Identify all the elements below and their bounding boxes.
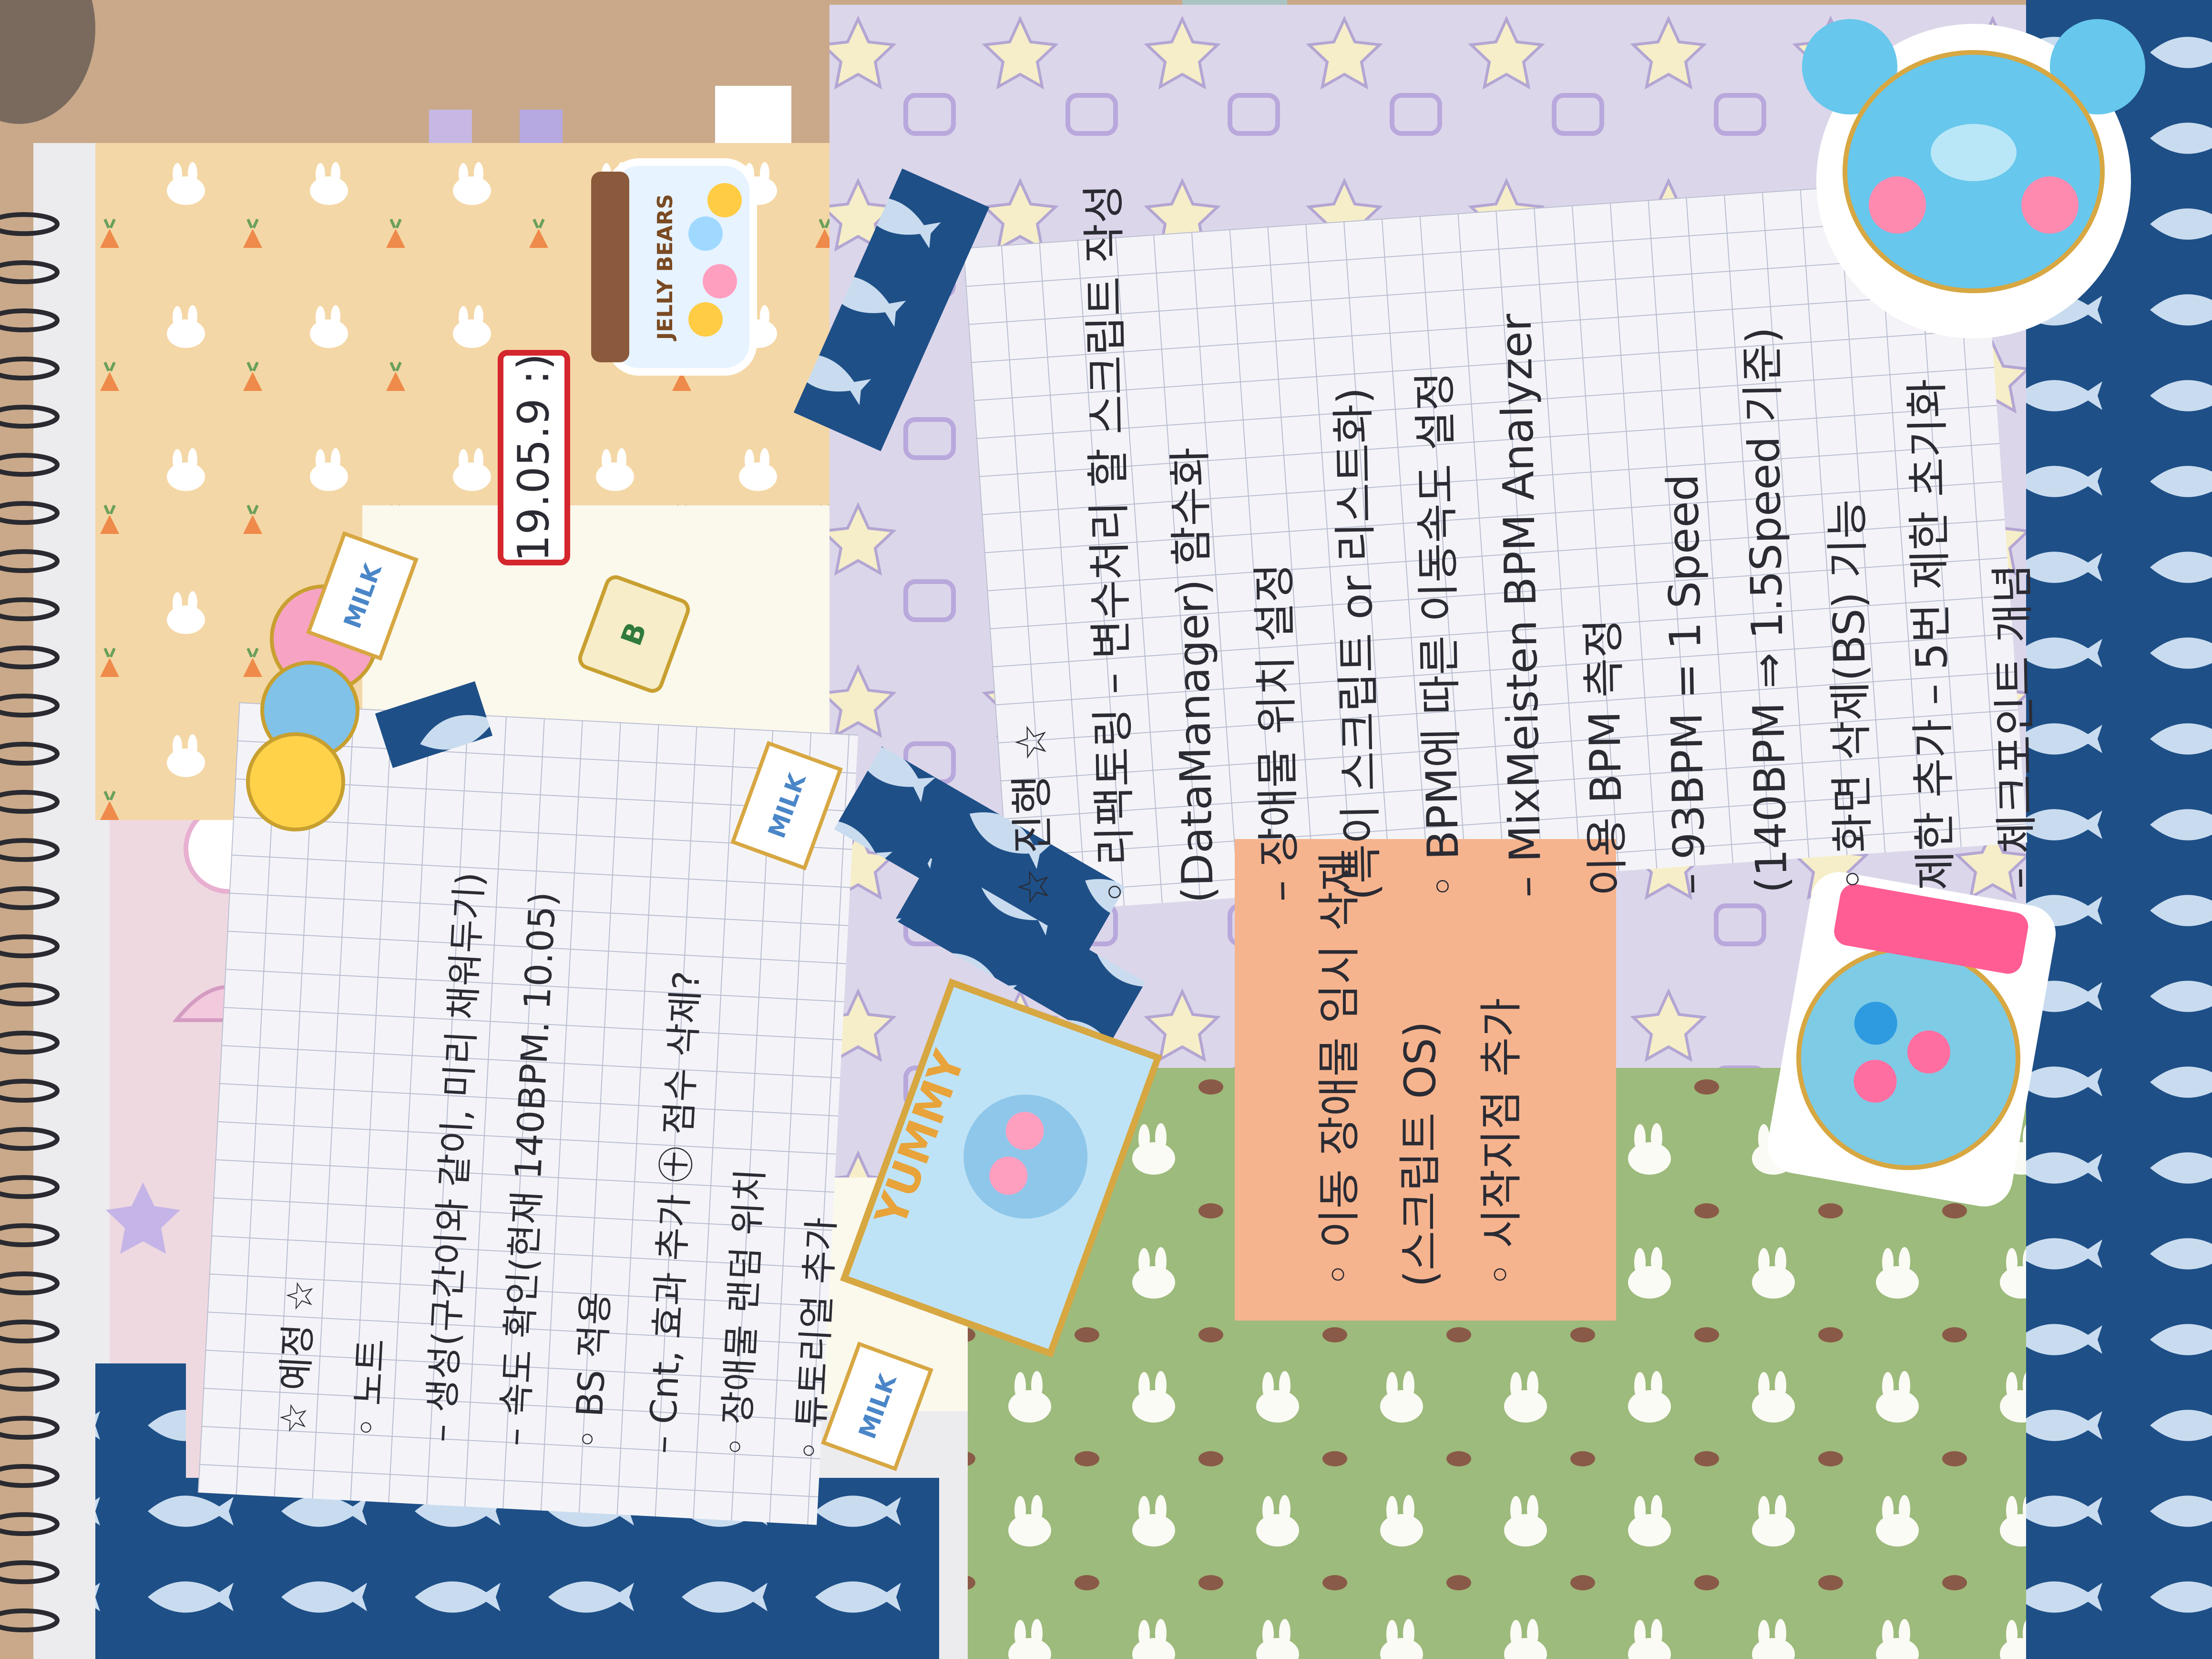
handwritten-line: ☆ 예정 ☆	[271, 1279, 322, 1435]
handwritten-line: ◦ 화면 삭제(BS) 기능	[1822, 499, 1879, 892]
gumball-machine-icon	[1767, 872, 2056, 1207]
handwritten-line: – 93BPM = 1 Speed	[1658, 473, 1715, 895]
date-label-text: 19.05.9 :)	[509, 353, 559, 562]
jelly-bear-jar-icon: JELLY BEARS	[591, 158, 757, 376]
handwritten-line: (DataManager) 함수화	[1165, 447, 1223, 903]
journal-photo: 19.05.9 :) JELLY BEARS MILK MILK MILK B …	[0, 0, 2212, 1659]
jar-label: JELLY BEARS	[653, 194, 677, 341]
handwritten-line: 제한 추가 – 5번 제한 초기화	[1902, 378, 1961, 891]
handwritten-line: – 체크포인트 개념	[1987, 563, 2043, 890]
handwritten-line: ◦ BS 적용	[566, 1290, 617, 1451]
whale-washi-left	[95, 1363, 186, 1649]
handwritten-line: – 장애물 위치 설정	[1249, 563, 1305, 902]
handwritten-line: (특이 스크립트 or 리스트화)	[1328, 387, 1387, 901]
handwritten-line: (140BPM ⇒ 1.5Speed 기준)	[1737, 327, 1797, 893]
handwritten-line: 이용 BPM 측정	[1578, 618, 1633, 897]
handwritten-line: ☆ 진행 ☆	[1006, 722, 1059, 906]
handwritten-line: (스크립트 OS)	[1395, 1021, 1445, 1287]
handwritten-line: ◦ 시작지점 추가	[1476, 998, 1526, 1287]
handwritten-line: ◦ 이동 장애물 임시 삭제	[1314, 852, 1364, 1287]
handwritten-line: ◦ 노트	[345, 1338, 393, 1439]
handwritten-line: – MixMeisten BPM Analyzer	[1491, 313, 1551, 898]
date-label: 19.05.9 :)	[498, 350, 570, 565]
handwritten-line: ◦ BPM에 따른 이동속도 설정	[1410, 371, 1469, 899]
